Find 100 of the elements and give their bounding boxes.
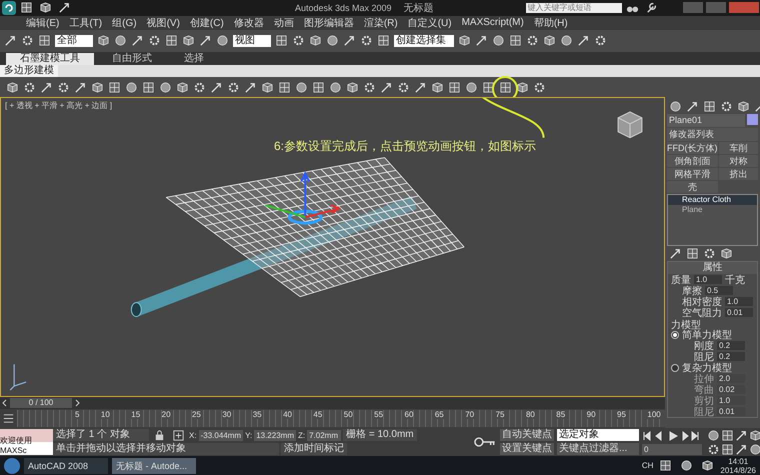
grid-icon[interactable] (686, 247, 699, 260)
radio-button[interactable] (671, 330, 679, 339)
time-slider-thumb[interactable]: 0 / 100 (10, 398, 72, 408)
arrow-icon[interactable] (40, 80, 53, 94)
modifier-button[interactable]: 壳 (667, 181, 718, 194)
cube-icon[interactable] (97, 34, 110, 48)
coordinate-field[interactable]: 7.02mm (307, 430, 342, 441)
menu-item[interactable]: 工具(T) (69, 16, 102, 30)
taskbar-clock[interactable]: 14:01 2014/8/26 (720, 456, 756, 475)
spinner-field[interactable]: 0.02 (717, 385, 745, 394)
grid-icon[interactable] (448, 80, 461, 94)
grid-icon[interactable] (20, 1, 33, 14)
sphere-icon[interactable] (159, 80, 172, 94)
sphere-icon[interactable] (326, 34, 339, 48)
modifier-stack[interactable]: Reactor Cloth Plane (667, 194, 758, 246)
object-name-field[interactable]: Plane01 (667, 114, 745, 128)
sphere-icon[interactable] (295, 80, 308, 94)
modifier-button[interactable]: 网格平滑 (667, 168, 718, 180)
cube-icon[interactable] (39, 1, 52, 14)
reference-coordinate-dropdown[interactable]: 视图 (233, 34, 271, 47)
arrow-icon[interactable] (244, 80, 257, 94)
language-indicator[interactable]: CH (642, 461, 654, 470)
ribbon-tab[interactable]: 选择 (170, 53, 218, 66)
menu-item[interactable]: 渲染(R) (364, 16, 398, 30)
modifier-button[interactable]: 倒角剖面 (667, 155, 718, 168)
arrow-icon[interactable] (475, 34, 488, 48)
grid-icon[interactable] (377, 34, 390, 48)
cube-icon[interactable] (346, 80, 359, 94)
object-color-swatch[interactable] (747, 114, 758, 126)
modifier-button[interactable]: 挤出 (718, 168, 758, 180)
stack-item[interactable]: Plane (668, 205, 757, 216)
add-time-tag-button[interactable]: 添加时间标记 (281, 443, 348, 456)
grid-icon[interactable] (703, 100, 716, 113)
grid-icon[interactable] (108, 80, 121, 94)
grid-icon[interactable] (721, 428, 734, 442)
search-field[interactable]: 键入关键字或短语 (526, 2, 622, 13)
menu-item[interactable]: 编辑(E) (26, 16, 60, 30)
menu-item[interactable]: 组(G) (112, 16, 137, 30)
ribbon-panel-tab[interactable]: 多边形建模 (0, 65, 58, 78)
menu-item[interactable]: 自定义(U) (408, 16, 452, 30)
spinner-field[interactable]: 0.01 (717, 407, 745, 416)
arrow-icon[interactable] (414, 80, 427, 94)
cube-icon[interactable] (543, 34, 556, 48)
cube-icon[interactable] (176, 80, 189, 94)
frame-ruler[interactable]: 5 10 15 20 25 30 35 40 45 50 55 60 65 70 75 80 85 90 95 100 (17, 410, 665, 428)
arrow-icon[interactable] (4, 34, 17, 48)
grid-icon[interactable] (38, 34, 51, 48)
grid-icon[interactable] (312, 80, 325, 94)
arrow-icon[interactable] (74, 80, 87, 94)
arrow-icon[interactable] (199, 34, 212, 48)
radio-button[interactable] (671, 364, 679, 372)
menu-item[interactable]: 图形编辑器 (304, 16, 354, 30)
modifier-button[interactable]: 对称 (718, 155, 758, 168)
grid-icon[interactable] (275, 34, 288, 48)
close-button[interactable] (729, 2, 759, 14)
sphere-icon[interactable] (329, 80, 342, 94)
arrow-icon[interactable] (131, 34, 144, 48)
cube-icon[interactable] (749, 428, 760, 442)
transform-mode-icon[interactable] (172, 428, 186, 442)
spinner-field[interactable]: 1.0 (694, 275, 722, 284)
menu-item[interactable]: 创建(C) (190, 16, 224, 30)
sphere-icon[interactable] (125, 80, 138, 94)
cube-icon[interactable] (182, 34, 195, 48)
viewport-label[interactable]: [ + 透视 + 平滑 + 高光 + 边面 ] (5, 100, 112, 112)
menu-item[interactable]: MAXScript(M) (462, 17, 524, 28)
spinner-field[interactable]: 0.2 (717, 352, 745, 362)
modifier-button[interactable]: FFD(长方体) (667, 142, 718, 154)
cube-icon[interactable] (720, 247, 733, 260)
ribbon-tab[interactable]: 石墨建模工具 (6, 53, 94, 66)
spinner-field[interactable]: 1.0 (725, 297, 753, 306)
auto-key-button[interactable]: 自动关键点 (500, 429, 554, 442)
rollout-header[interactable]: 属性 (668, 262, 757, 274)
menu-item[interactable]: 帮助(H) (534, 16, 568, 30)
menu-item[interactable]: 修改器 (234, 16, 264, 30)
sphere-icon[interactable] (216, 34, 229, 48)
arrow-icon[interactable] (58, 1, 71, 14)
cube-icon[interactable] (701, 459, 714, 472)
sphere-icon[interactable] (492, 34, 505, 48)
sphere-icon[interactable] (680, 459, 694, 472)
grid-icon[interactable] (142, 80, 155, 94)
taskbar-button[interactable]: AutoCAD 2008 (24, 458, 108, 474)
selection-filter-dropdown[interactable]: 全部 (55, 34, 93, 47)
coordinate-field[interactable]: 13.223mm (254, 430, 296, 441)
start-button[interactable] (4, 458, 20, 474)
set-key-button[interactable]: 设置关键点 (500, 443, 554, 456)
grid-icon[interactable] (499, 80, 512, 94)
arrow-icon[interactable] (669, 247, 682, 260)
viewport[interactable]: [ + 透视 + 平滑 + 高光 + 边面 ] 6:参数设置完成后，点击预览动画按钮，如图标示 (0, 97, 665, 398)
grid-icon[interactable] (721, 442, 734, 456)
arrow-icon[interactable] (735, 428, 748, 442)
key-mode-dropdown[interactable]: 选定对象 (557, 429, 639, 442)
cube-icon[interactable] (309, 34, 322, 48)
sphere-icon[interactable] (669, 100, 682, 113)
radio-label[interactable]: 复杂力模型 (682, 360, 732, 375)
modifier-button[interactable]: 车削 (718, 142, 758, 154)
cube-icon[interactable] (516, 80, 529, 94)
cube-icon[interactable] (431, 80, 444, 94)
cube-icon[interactable] (737, 100, 750, 113)
spinner-field[interactable]: 0.5 (705, 286, 733, 296)
view-cube-icon[interactable] (618, 112, 642, 138)
